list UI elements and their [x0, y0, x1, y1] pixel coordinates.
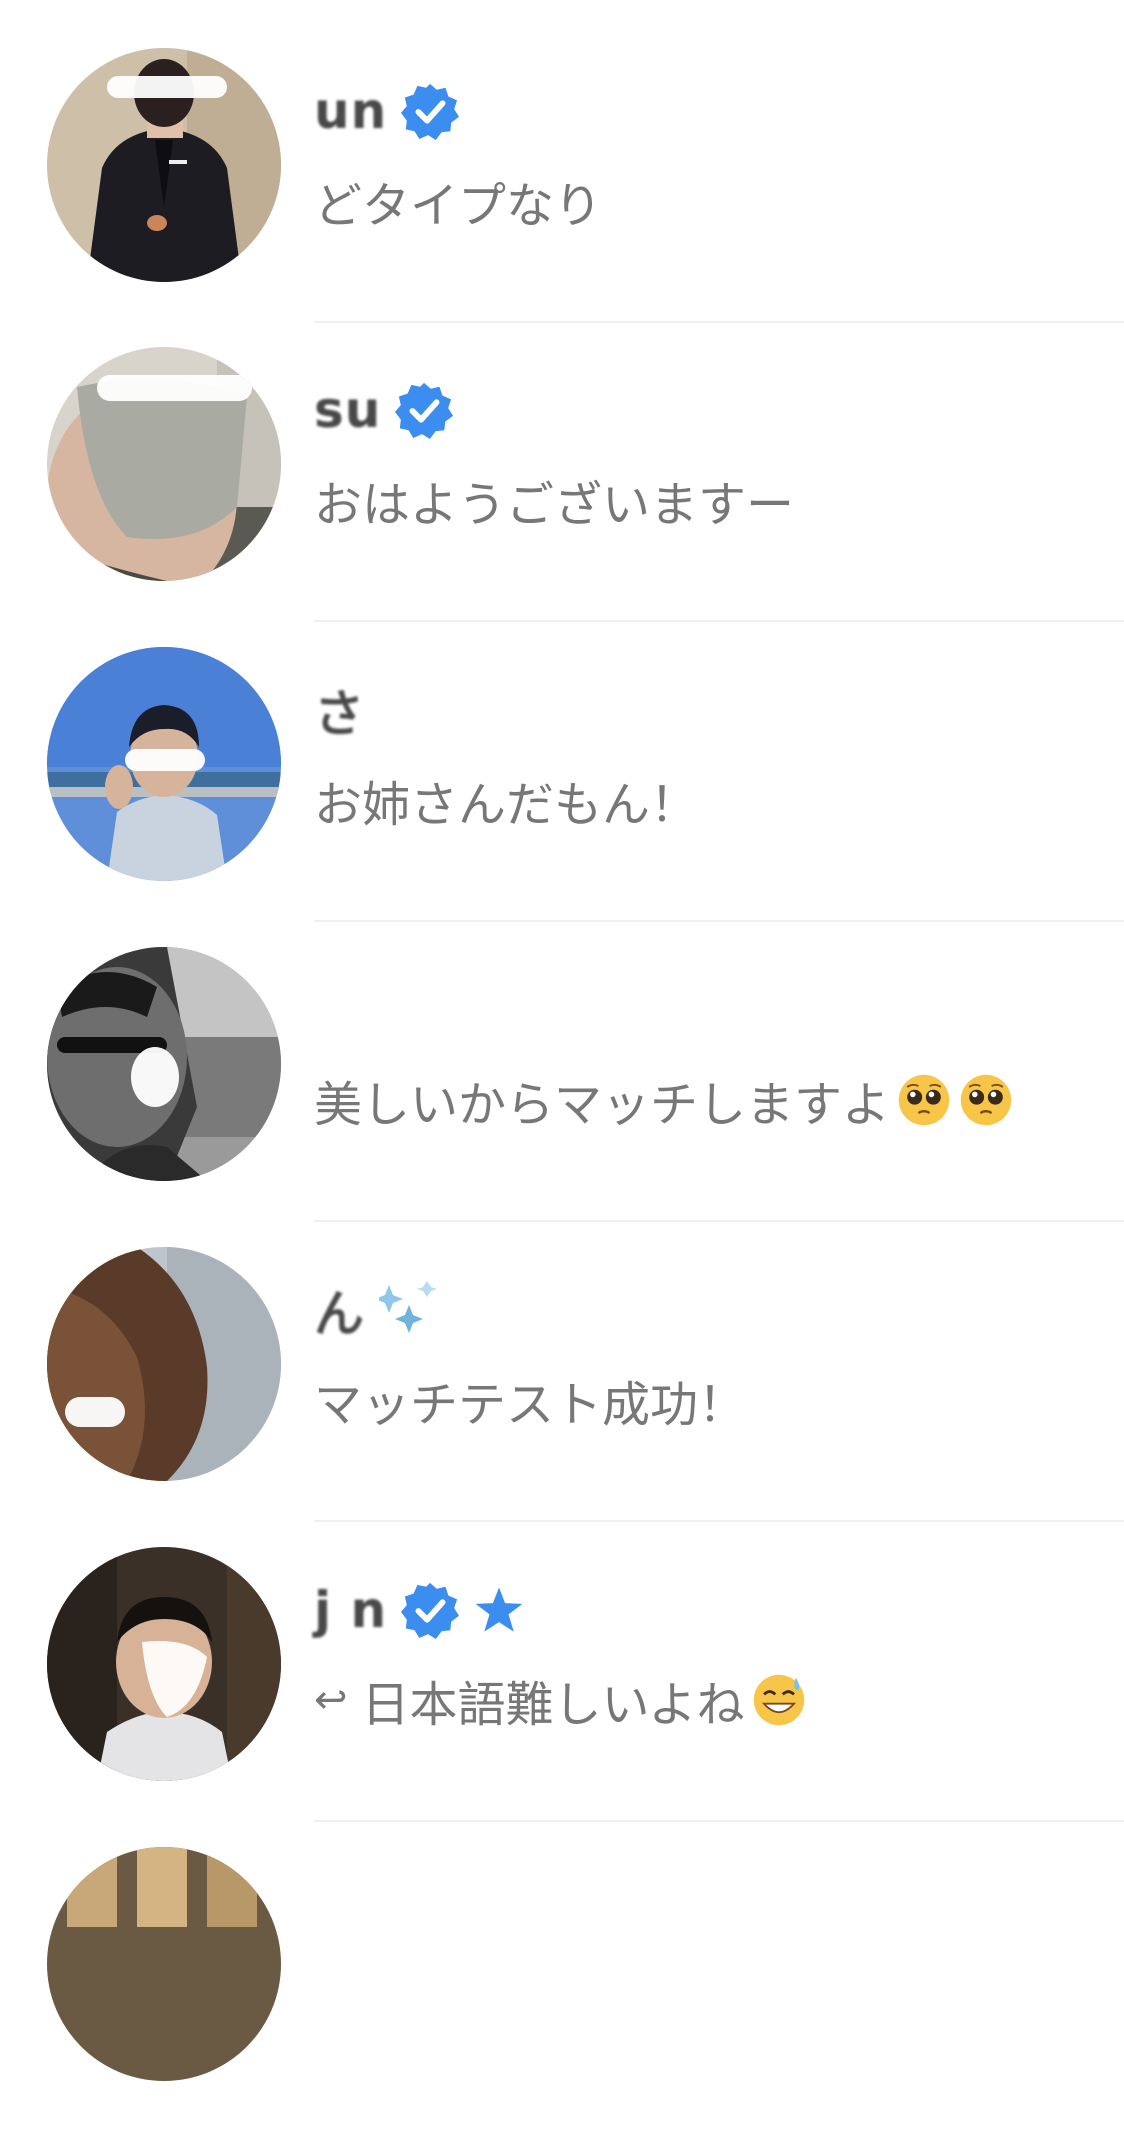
user-name: j n	[314, 1581, 388, 1639]
avatar[interactable]	[47, 1547, 281, 1781]
last-message: お姉さんだもん！	[314, 765, 1084, 835]
divider	[314, 620, 1124, 622]
divider	[314, 1520, 1124, 1522]
grinning-sweat-emoji-icon	[753, 1674, 804, 1726]
conversation-row[interactable]	[0, 1838, 1124, 2138]
conversation-row[interactable]: j n ↩ 日本語難しいよね	[0, 1538, 1124, 1838]
sparkle-decoration-icon	[379, 1281, 437, 1333]
last-message: おはようございますー	[314, 465, 1084, 535]
conversation-row[interactable]: さ お姉さんだもん！	[0, 638, 1124, 938]
name-line	[314, 977, 1084, 1043]
conversation-row[interactable]: su おはようございますー	[0, 338, 1124, 638]
name-line: su	[314, 377, 1084, 443]
conversation-text: さ お姉さんだもん！	[314, 677, 1084, 835]
verified-badge-icon	[401, 83, 460, 140]
last-message: ↩ 日本語難しいよね	[314, 1665, 1084, 1735]
avatar[interactable]	[47, 1847, 281, 2081]
conversation-text: j n ↩ 日本語難しいよね	[314, 1577, 1084, 1735]
user-name: su	[314, 381, 382, 439]
name-line: さ	[314, 677, 1084, 743]
last-message: マッチテスト成功！	[314, 1365, 1084, 1435]
conversation-text: un どタイプなり	[314, 78, 1084, 236]
verified-badge-icon	[395, 382, 454, 439]
reply-icon: ↩	[314, 1677, 348, 1723]
avatar[interactable]	[47, 947, 281, 1181]
divider	[314, 321, 1124, 323]
divider	[314, 920, 1124, 922]
conversation-row[interactable]: 美しいからマッチしますよ	[0, 938, 1124, 1238]
message-text: 日本語難しいよね	[361, 1677, 745, 1733]
divider	[314, 1820, 1124, 1822]
last-message: どタイプなり	[314, 166, 1084, 236]
conversation-row[interactable]: ん マッチテスト成功！	[0, 1238, 1124, 1538]
conversation-text: ん マッチテスト成功！	[314, 1277, 1084, 1435]
message-text: 美しいからマッチしますよ	[314, 1077, 891, 1133]
name-line: j n	[314, 1577, 1084, 1643]
avatar[interactable]	[47, 647, 281, 881]
message-text: どタイプなり	[314, 178, 603, 234]
avatar[interactable]	[47, 1247, 281, 1481]
pleading-face-emoji-icon	[898, 1074, 950, 1126]
user-name: ん	[314, 1285, 365, 1343]
pleading-face-emoji-icon	[960, 1074, 1012, 1126]
last-message: 美しいからマッチしますよ	[314, 1065, 1084, 1135]
user-name: un	[314, 82, 388, 140]
message-text: お姉さんだもん！	[314, 777, 699, 833]
conversation-text: 美しいからマッチしますよ	[314, 977, 1084, 1135]
avatar[interactable]	[47, 347, 281, 581]
divider	[314, 1220, 1124, 1222]
message-text: マッチテスト成功！	[314, 1377, 747, 1433]
name-line: un	[314, 78, 1084, 144]
verified-badge-icon	[401, 1582, 460, 1639]
user-name: さ	[314, 685, 365, 743]
avatar[interactable]	[47, 48, 281, 282]
conversation-text: su おはようございますー	[314, 377, 1084, 535]
message-text: おはようございますー	[314, 477, 795, 533]
name-line: ん	[314, 1277, 1084, 1343]
conversation-row[interactable]: un どタイプなり	[0, 38, 1124, 338]
star-icon	[475, 1587, 523, 1632]
